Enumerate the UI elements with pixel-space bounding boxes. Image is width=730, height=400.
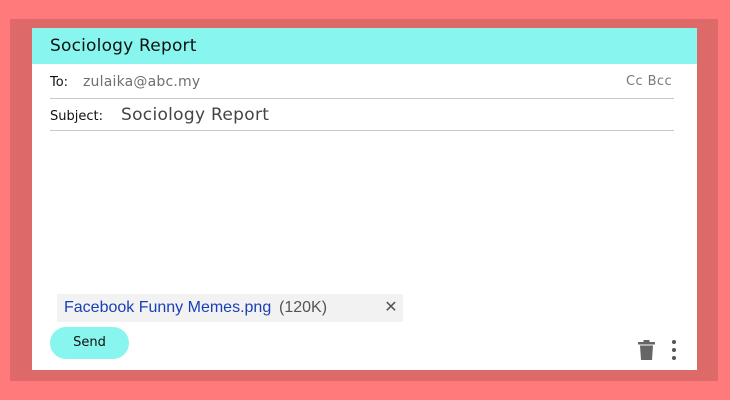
subject-label: Subject: xyxy=(50,109,103,124)
attachment-size: (120K) xyxy=(279,299,328,316)
to-label: To: xyxy=(50,75,69,90)
window-title: Sociology Report xyxy=(50,36,197,56)
subject-field[interactable]: Sociology Report xyxy=(121,105,269,125)
attachment-chip[interactable]: Facebook Funny Memes.png (120K) ✕ xyxy=(57,294,403,322)
message-body[interactable] xyxy=(50,132,674,290)
close-icon[interactable]: ✕ xyxy=(384,299,398,317)
send-button[interactable]: Send xyxy=(50,327,129,359)
attachment-name[interactable]: Facebook Funny Memes.png xyxy=(64,299,271,317)
to-row: To: zulaika@abc.my Cc Bcc xyxy=(50,64,674,99)
trash-icon[interactable] xyxy=(638,340,655,360)
subject-row: Subject: Sociology Report xyxy=(50,99,674,131)
cc-bcc-button[interactable]: Cc Bcc xyxy=(626,74,672,89)
compose-window: Sociology Report To: zulaika@abc.my Cc B… xyxy=(32,28,697,370)
title-bar: Sociology Report xyxy=(32,28,697,64)
more-vertical-icon[interactable] xyxy=(670,339,678,361)
to-field[interactable]: zulaika@abc.my xyxy=(83,74,200,90)
